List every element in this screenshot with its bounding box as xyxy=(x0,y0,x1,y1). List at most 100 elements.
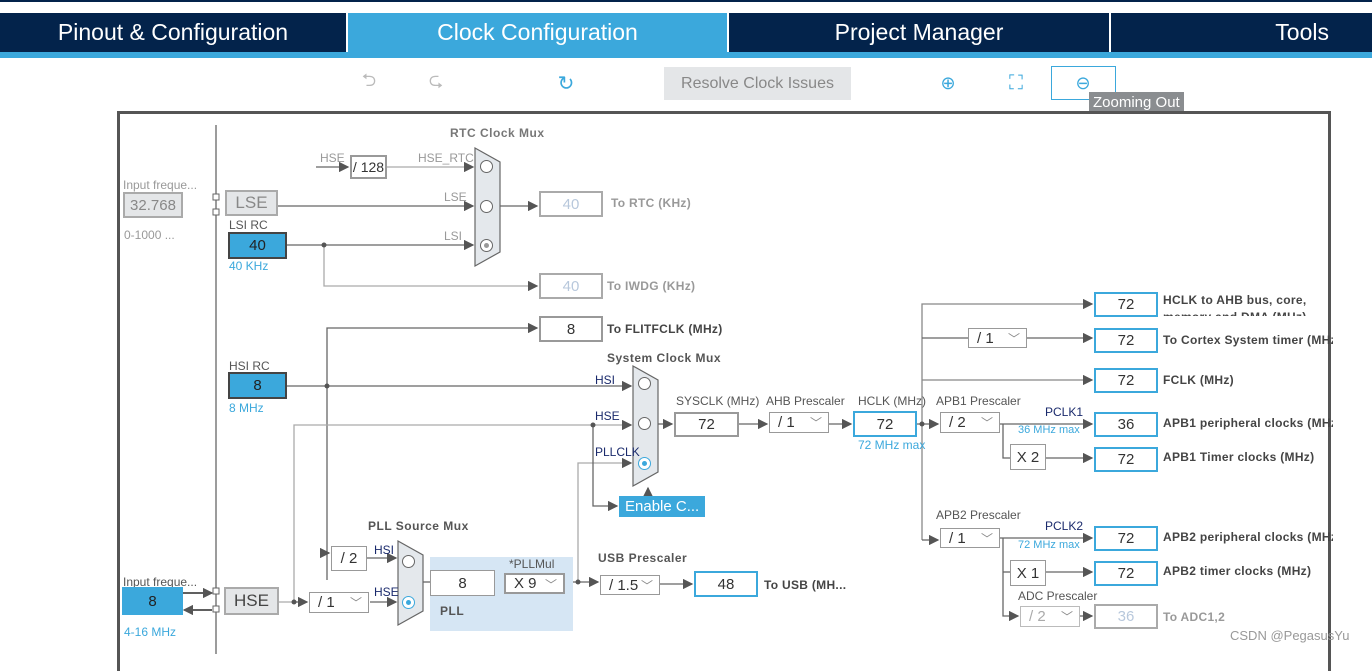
output-apb2-peripheral-label: APB2 peripheral clocks (MHz) xyxy=(1163,530,1333,544)
flitfclk-label: To FLITFCLK (MHz) xyxy=(607,322,723,336)
rtc-output: 40 xyxy=(539,191,603,217)
sysmux-pllclk-radio[interactable] xyxy=(638,457,651,470)
sysmux-pllclk-label: PLLCLK xyxy=(595,445,640,459)
sysclk-label: SYSCLK (MHz) xyxy=(676,394,760,408)
pllmul-select[interactable]: X 9 ﹀ xyxy=(504,573,565,594)
lse-range: 0-1000 ... xyxy=(124,228,175,242)
apb1-prescaler-select[interactable]: / 2 ﹀ xyxy=(940,412,1000,433)
usb-prescaler-label: USB Prescaler xyxy=(598,551,688,565)
hse-block: HSE xyxy=(224,587,279,615)
output-hclk-ahb-label: HCLK to AHB bus, core, memory and DMA (M… xyxy=(1163,293,1307,316)
enable-css-button[interactable]: Enable C... xyxy=(619,496,705,517)
output-cortex-timer[interactable]: 72 xyxy=(1094,328,1158,353)
lsi-unit: 40 KHz xyxy=(229,259,269,273)
pllmux-hse-radio[interactable] xyxy=(402,596,415,609)
rtc-lsi-label: LSI xyxy=(444,229,463,243)
rtc-lse-label: LSE xyxy=(444,190,467,204)
output-fclk-label: FCLK (MHz) xyxy=(1163,373,1234,387)
pll-label: PLL xyxy=(440,604,465,618)
output-adc-label: To ADC1,2 xyxy=(1163,610,1226,624)
usb-prescaler-value: / 1.5 xyxy=(609,576,639,594)
sysmux-hsi-radio[interactable] xyxy=(638,377,651,390)
apb1-prescaler-label: APB1 Prescaler xyxy=(936,394,1021,408)
apb1-timer-multiplier: X 2 xyxy=(1010,444,1046,470)
system-clock-mux-title: System Clock Mux xyxy=(607,351,722,365)
hse-rtc-label: HSE_RTC xyxy=(418,151,474,165)
output-apb1-timer-label: APB1 Timer clocks (MHz) xyxy=(1163,450,1315,464)
ahb-prescaler-label: AHB Prescaler xyxy=(766,394,845,408)
chevron-down-icon: ﹀ xyxy=(349,596,362,610)
hse-range: 4-16 MHz xyxy=(124,625,177,639)
output-fclk[interactable]: 72 xyxy=(1094,368,1158,393)
chevron-down-icon: ﹀ xyxy=(980,532,993,546)
lse-block: LSE xyxy=(225,190,278,216)
rtc-lse-radio[interactable] xyxy=(480,200,493,213)
rtc-lsi-radio[interactable] xyxy=(480,239,493,252)
watermark: CSDN @PegasusYu xyxy=(1230,628,1350,643)
hclk-value[interactable]: 72 xyxy=(853,411,917,437)
hsi-label: HSI RC xyxy=(229,359,270,373)
adc-prescaler-label: ADC Prescaler xyxy=(1018,589,1098,603)
chevron-down-icon: ﹀ xyxy=(1007,332,1020,346)
sysmux-hse-radio[interactable] xyxy=(638,417,651,430)
adc-prescaler-value: / 2 xyxy=(1029,608,1046,625)
apb1-prescaler-value: / 2 xyxy=(949,414,966,431)
usb-output[interactable]: 48 xyxy=(694,571,758,597)
usb-prescaler-select[interactable]: / 1.5 ﹀ xyxy=(600,575,660,595)
rtc-hse-label: HSE xyxy=(320,151,345,165)
hse-prediv-select[interactable]: / 1 ﹀ xyxy=(309,592,369,613)
hsi-div2: / 2 xyxy=(331,546,367,571)
apb2-prescaler-value: / 1 xyxy=(949,529,966,547)
adc-prescaler-select[interactable]: / 2 ﹀ xyxy=(1020,606,1080,627)
flitfclk-output: 8 xyxy=(539,316,603,342)
output-adc: 36 xyxy=(1094,604,1158,629)
lse-input-field[interactable]: 32.768 xyxy=(123,192,183,218)
hsi-unit: 8 MHz xyxy=(229,401,264,415)
output-apb2-peripheral[interactable]: 72 xyxy=(1094,526,1158,551)
pclk1-label: PCLK1 xyxy=(1045,405,1084,419)
output-apb1-peripheral[interactable]: 36 xyxy=(1094,412,1158,437)
hse-input-field[interactable]: 8 xyxy=(122,587,183,615)
ahb-prescaler-value: / 1 xyxy=(778,414,795,431)
output-cortex-timer-label: To Cortex System timer (MHz) xyxy=(1163,333,1333,347)
output-hclk-ahb[interactable]: 72 xyxy=(1094,292,1158,317)
iwdg-output-label: To IWDG (KHz) xyxy=(607,279,696,293)
chevron-down-icon: ﹀ xyxy=(1060,610,1073,624)
pll-source-mux-title: PLL Source Mux xyxy=(368,519,469,533)
output-apb1-peripheral-label: APB1 peripheral clocks (MHz) xyxy=(1163,416,1333,430)
pllmux-hsi-radio[interactable] xyxy=(402,555,415,568)
lsi-label: LSI RC xyxy=(229,218,268,232)
rtc-hse-radio[interactable] xyxy=(480,160,493,173)
pllmux-hse-label: HSE xyxy=(374,585,399,599)
iwdg-output: 40 xyxy=(539,273,603,299)
chevron-down-icon: ﹀ xyxy=(544,578,557,592)
pll-source-mux xyxy=(397,539,424,627)
pllmux-hsi-label: HSI xyxy=(374,543,395,557)
output-apb2-timer[interactable]: 72 xyxy=(1094,561,1158,586)
pllmul-value: X 9 xyxy=(514,575,537,592)
output-apb2-timer-label: APB2 timer clocks (MHz) xyxy=(1163,564,1312,578)
lsi-value[interactable]: 40 xyxy=(228,232,287,259)
ahb-prescaler-select[interactable]: / 1 ﹀ xyxy=(769,412,829,433)
pllmul-label: *PLLMul xyxy=(509,557,555,571)
rtc-mux-title: RTC Clock Mux xyxy=(450,126,545,140)
pclk2-label: PCLK2 xyxy=(1045,519,1084,533)
cortex-timer-divider-select[interactable]: / 1 ﹀ xyxy=(968,328,1027,348)
apb2-prescaler-select[interactable]: / 1 ﹀ xyxy=(940,528,1000,548)
lse-input-label: Input freque... xyxy=(123,178,198,192)
chevron-down-icon: ﹀ xyxy=(980,416,993,430)
pll-input-value: 8 xyxy=(430,570,495,596)
chevron-down-icon: ﹀ xyxy=(640,579,653,593)
apb2-timer-multiplier: X 1 xyxy=(1010,560,1046,586)
hsi-value[interactable]: 8 xyxy=(228,372,287,399)
pclk1-max: 36 MHz max xyxy=(1018,424,1080,436)
apb2-prescaler-label: APB2 Prescaler xyxy=(936,508,1021,522)
hse-prediv-value: / 1 xyxy=(318,594,335,611)
chevron-down-icon: ﹀ xyxy=(809,416,822,430)
hclk-label: HCLK (MHz) xyxy=(858,394,926,408)
cortex-timer-divider-value: / 1 xyxy=(977,329,994,347)
hse-rtc-divider: / 128 xyxy=(350,155,387,179)
hclk-max: 72 MHz max xyxy=(858,438,926,452)
sysclk-value[interactable]: 72 xyxy=(674,412,739,437)
output-apb1-timer[interactable]: 72 xyxy=(1094,447,1158,472)
